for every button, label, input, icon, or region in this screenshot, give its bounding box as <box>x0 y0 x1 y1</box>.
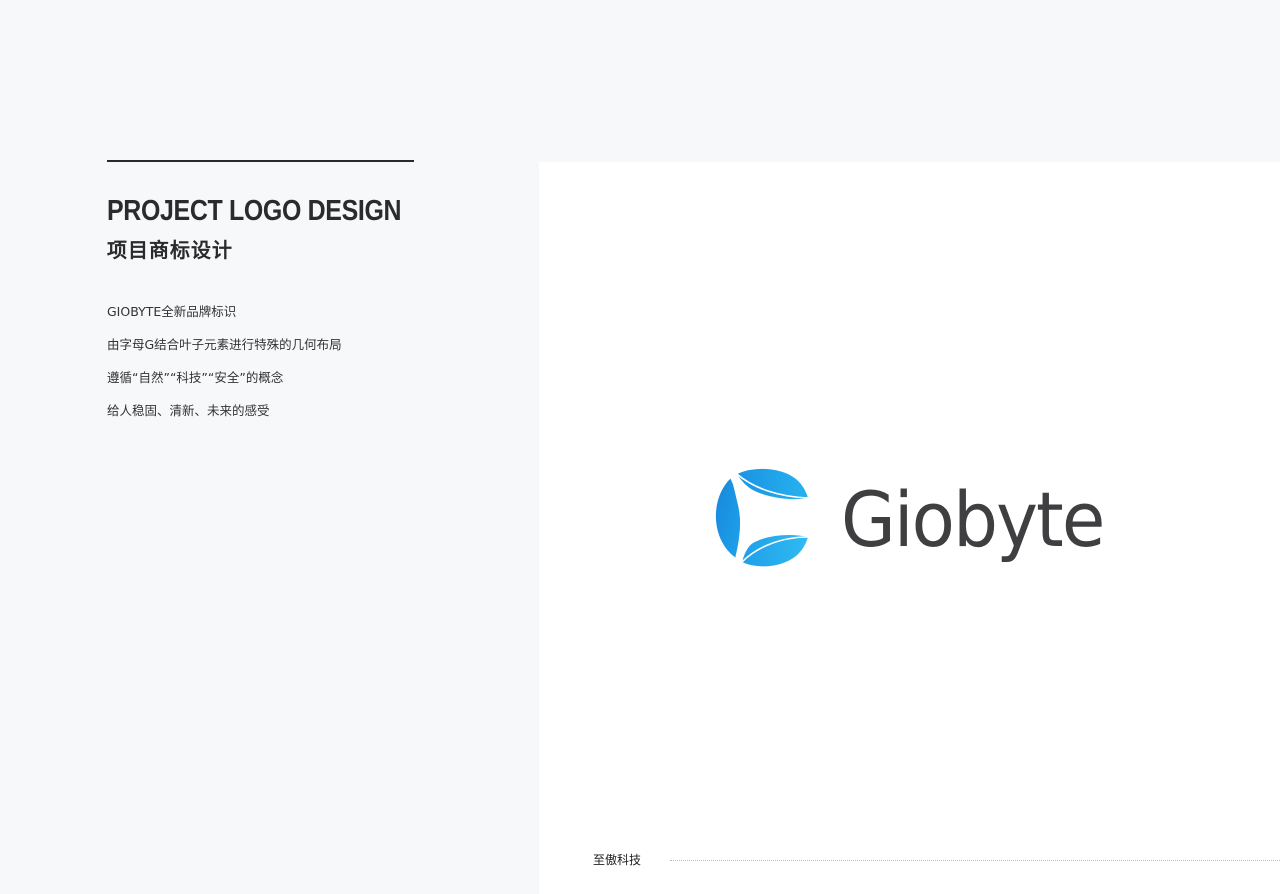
description-line: 由字母G结合叶子元素进行特殊的几何布局 <box>107 337 342 352</box>
company-label: 至傲科技 <box>593 853 642 867</box>
leaf-g-icon <box>715 468 809 567</box>
footer-divider <box>670 860 1280 861</box>
description-line: GIOBYTE全新品牌标识 <box>107 304 237 319</box>
page-subtitle: 项目商标设计 <box>107 238 233 262</box>
title-divider <box>107 160 414 162</box>
logo-showcase-panel: Giobyte 至傲科技 <box>539 162 1280 894</box>
description-list: GIOBYTE全新品牌标识 由字母G结合叶子元素进行特殊的几何布局 遵循“自然”… <box>107 301 342 433</box>
description-line: 给人稳固、清新、未来的感受 <box>107 403 270 418</box>
page-title: PROJECT LOGO DESIGN <box>107 195 402 227</box>
description-line: 遵循“自然”“科技”“安全”的概念 <box>107 370 284 385</box>
brand-wordmark: Giobyte <box>841 475 1105 564</box>
